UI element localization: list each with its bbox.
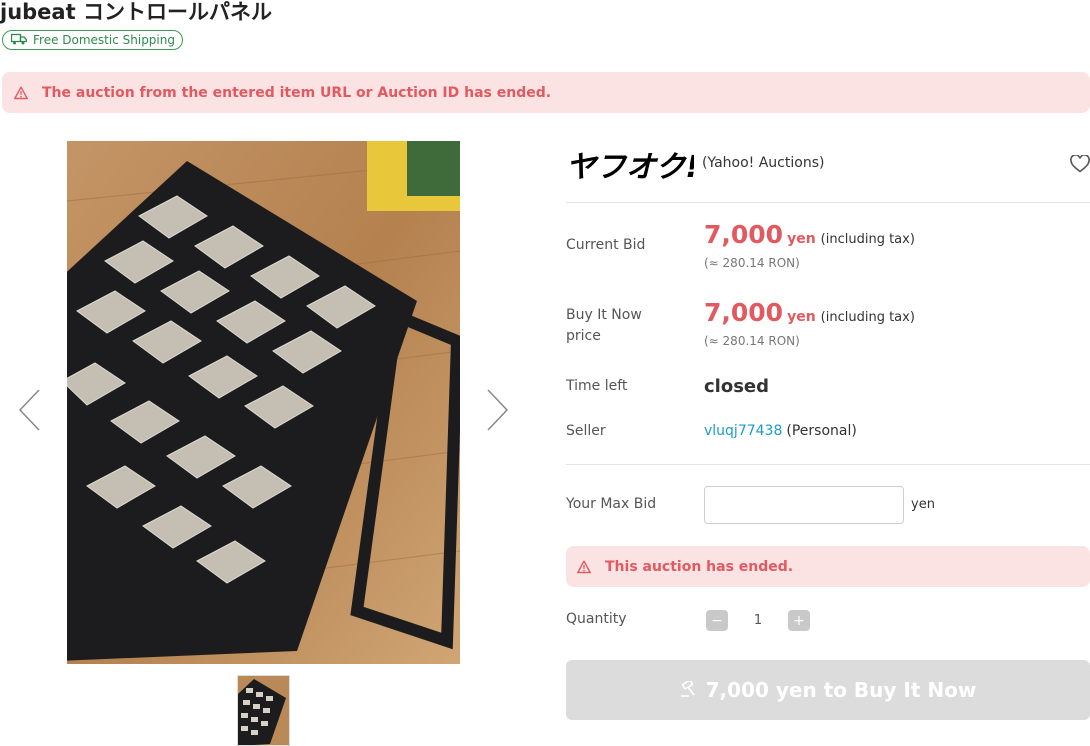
buy-now-tax-note: (including tax): [820, 310, 915, 325]
free-shipping-label: Free Domestic Shipping: [33, 33, 175, 47]
quantity-decrease-button[interactable]: −: [706, 610, 728, 631]
svg-text:ヤフオク!: ヤフオク!: [566, 150, 694, 181]
quantity-value[interactable]: 1: [728, 610, 788, 631]
yahoo-auctions-logo: ヤフオク!: [566, 150, 694, 181]
buy-it-now-label: 7,000 yen to Buy It Now: [705, 678, 977, 702]
auction-ended-notice: This auction has ended.: [566, 546, 1090, 587]
buy-now-unit: yen: [787, 309, 816, 325]
gavel-icon: [680, 678, 698, 702]
current-bid-label: Current Bid: [566, 237, 646, 253]
seller-link[interactable]: vluqj77438: [704, 423, 782, 439]
section-divider: [566, 464, 1090, 465]
max-bid-input[interactable]: [704, 486, 904, 524]
chevron-right-icon: [484, 389, 510, 436]
truck-icon: [10, 33, 27, 48]
current-bid-price: 7,000 yen (including tax): [704, 220, 915, 249]
current-bid-conversion: (≈ 280.14 RON): [704, 256, 800, 270]
max-bid-unit: yen: [911, 497, 935, 512]
auction-ended-notice-text: This auction has ended.: [605, 558, 794, 575]
buy-now-price: 7,000 yen (including tax): [704, 298, 915, 327]
warning-triangle-icon: [14, 86, 28, 100]
quantity-label: Quantity: [566, 611, 627, 627]
warning-triangle-icon: [577, 560, 591, 574]
auction-site-name: (Yahoo! Auctions): [702, 155, 825, 171]
seller-info: vluqj77438 (Personal): [704, 423, 857, 439]
current-bid-tax-note: (including tax): [820, 232, 915, 247]
time-left-value: closed: [704, 376, 770, 397]
seller-label: Seller: [566, 423, 606, 439]
gallery-prev-button[interactable]: [17, 388, 43, 432]
auction-ended-alert-text: The auction from the entered item URL or…: [42, 84, 552, 101]
auction-site-header: ヤフオク! (Yahoo! Auctions): [566, 141, 1090, 203]
auction-ended-alert: The auction from the entered item URL or…: [2, 72, 1090, 113]
buy-now-amount: 7,000: [704, 298, 784, 327]
chevron-left-icon: [17, 389, 43, 436]
seller-type: (Personal): [786, 423, 857, 439]
buy-now-conversion: (≈ 280.14 RON): [704, 334, 800, 348]
buy-now-label: Buy It Now price: [566, 307, 642, 344]
gallery-next-button[interactable]: [484, 388, 510, 432]
quantity-increase-button[interactable]: +: [788, 610, 810, 631]
gallery-thumbnail[interactable]: [237, 675, 290, 746]
item-main-photo[interactable]: [67, 141, 460, 664]
free-shipping-badge: Free Domestic Shipping: [2, 30, 183, 50]
item-title: jubeat コントロールパネル: [0, 0, 272, 24]
current-bid-amount: 7,000: [704, 220, 784, 249]
current-bid-unit: yen: [787, 231, 816, 247]
max-bid-label: Your Max Bid: [566, 496, 657, 512]
heart-icon[interactable]: [1070, 154, 1090, 173]
time-left-label: Time left: [566, 378, 628, 394]
buy-it-now-button[interactable]: 7,000 yen to Buy It Now: [566, 660, 1090, 720]
